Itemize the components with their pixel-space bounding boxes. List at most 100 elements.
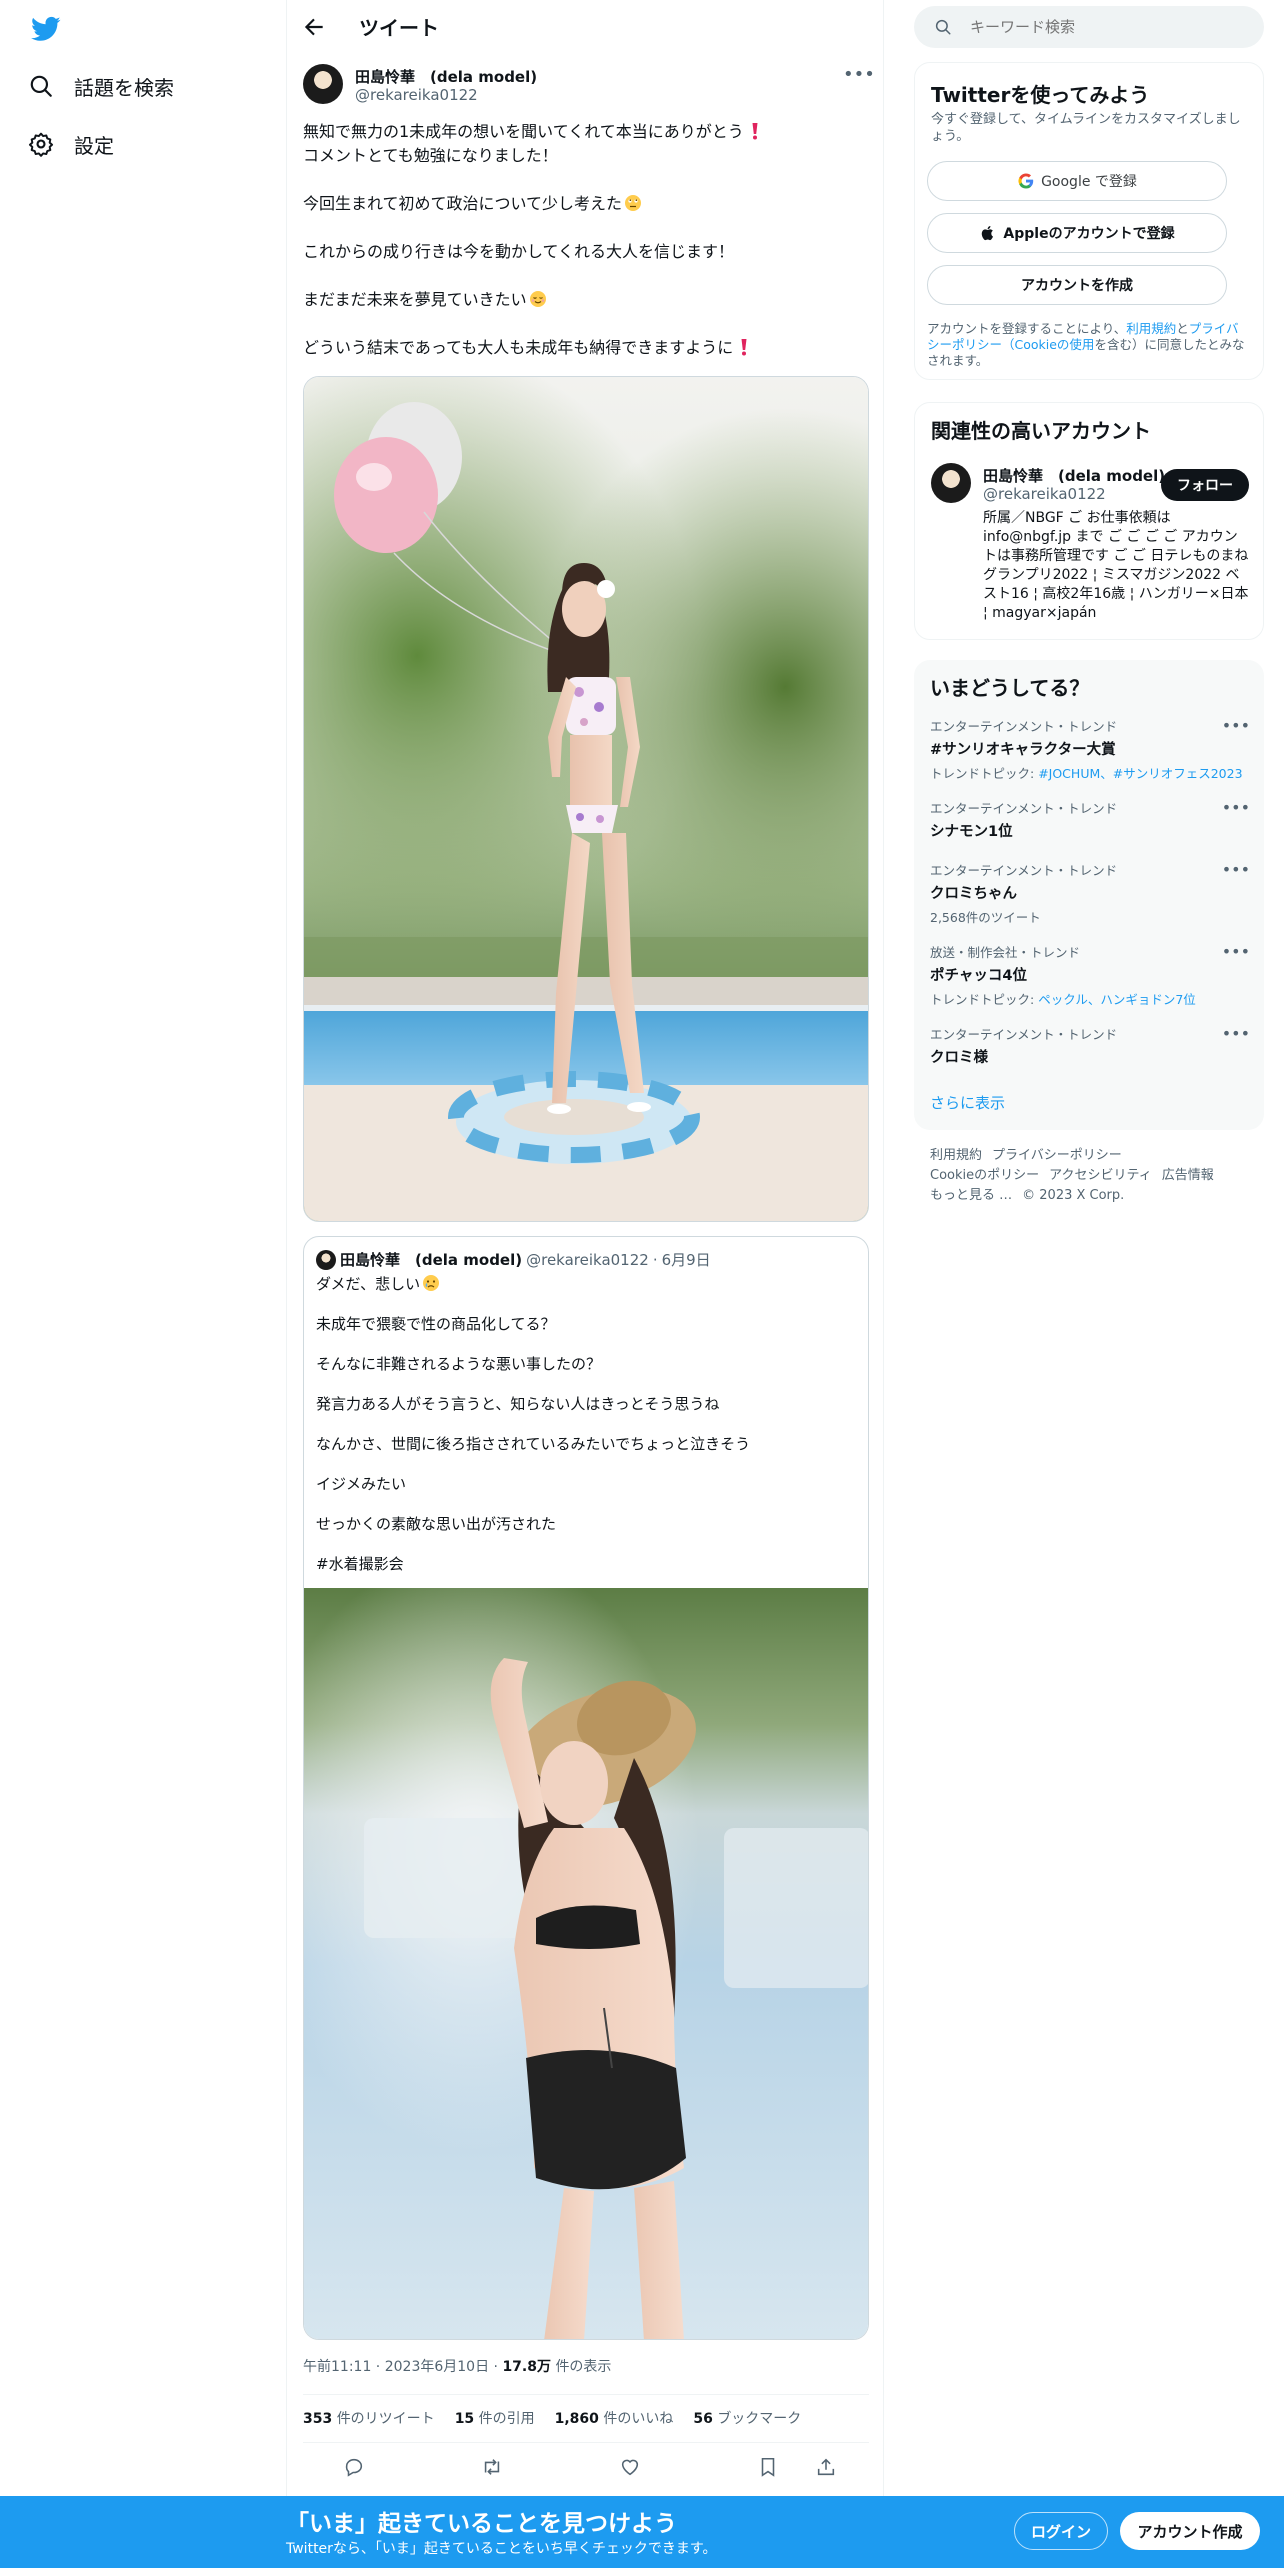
quoted-paragraph: ダメだ、悲しい xyxy=(316,1273,856,1295)
quoted-tweet-header: 田島怜華 (dela model) @rekareika0122 · 6月9日 xyxy=(316,1249,711,1270)
footer-accessibility-link[interactable]: アクセシビリティ xyxy=(1049,1168,1152,1183)
footer-more-link[interactable]: もっと見る … xyxy=(930,1188,1012,1203)
likes-stat[interactable]: 1,860 件のいいね xyxy=(555,2408,674,2428)
create-account-label: アカウントを作成 xyxy=(1021,278,1133,294)
retweet-icon[interactable] xyxy=(481,2456,507,2482)
footer-cookie-link[interactable]: Cookieのポリシー xyxy=(930,1168,1039,1183)
trend-name: ポチャッコ4位 xyxy=(930,968,1027,984)
tweet-line-1: 無知で無力の1未成年の想いを聞いてくれて本当にありがとう xyxy=(303,122,744,141)
tweet-paragraph: まだまだ未来を夢見ていきたい xyxy=(303,288,863,312)
author-handle[interactable]: @rekareika0122 xyxy=(355,86,478,104)
more-dots-icon[interactable]: ••• xyxy=(1222,1024,1250,1043)
divider xyxy=(303,2442,869,2443)
terms-text: と xyxy=(1176,321,1189,336)
nav-explore[interactable]: 話題を検索 xyxy=(28,66,174,106)
related-title: 関連性の高いアカウント xyxy=(931,419,1151,443)
tweet-line-5: まだまだ未来を夢見ていきたい xyxy=(303,290,527,309)
search-icon xyxy=(30,75,52,97)
trend-item[interactable]: エンターテインメント・トレンド クロミちゃん 2,568件のツイート ••• xyxy=(930,860,1250,926)
search-box[interactable] xyxy=(914,6,1264,48)
trend-item[interactable]: エンターテインメント・トレンド シナモン1位 ••• xyxy=(930,798,1250,841)
apple-signup-label: Appleのアカウントで登録 xyxy=(1003,226,1175,242)
swimsuit-photo-image xyxy=(304,1588,868,2339)
trends-title: いまどうしてる？ xyxy=(930,676,1090,700)
trend-topic-links[interactable]: ペックル、ハンギョドン7位 xyxy=(1038,992,1196,1007)
quoted-line-1: ダメだ、悲しい xyxy=(316,1275,421,1293)
views-label: 件の表示 xyxy=(555,2359,612,2375)
trend-item[interactable]: 放送・制作会社・トレンド ポチャッコ4位 トレンドトピック: ペックル、ハンギョ… xyxy=(930,942,1250,1008)
trend-name: クロミ様 xyxy=(930,1050,988,1066)
follow-button[interactable]: フォロー xyxy=(1161,469,1249,501)
related-account-bio: 所属／NBGF ご お仕事依頼は info@nbgf.jp まで ご ご ご ご… xyxy=(983,510,1249,621)
quoted-author-name: 田島怜華 (dela model) xyxy=(340,1251,523,1269)
trend-name: #サンリオキャラクター大賞 xyxy=(930,742,1116,758)
trends-card: いまどうしてる？ エンターテインメント・トレンド #サンリオキャラクター大賞 ト… xyxy=(914,660,1264,1130)
more-dots-icon[interactable]: ••• xyxy=(843,66,875,90)
signup-card: Twitterを使ってみよう 今すぐ登録して、タイムラインをカスタマイズしましょ… xyxy=(914,62,1264,380)
page-title: ツイート xyxy=(359,16,439,40)
like-icon[interactable] xyxy=(619,2456,645,2482)
footer-ads-link[interactable]: 広告情報 xyxy=(1162,1168,1214,1183)
banner-title: 「いま」起きていることを見つけよう xyxy=(286,2511,677,2537)
red-exclamation-emoji-icon xyxy=(741,339,747,356)
footer-terms-link[interactable]: 利用規約 xyxy=(930,1148,982,1163)
avatar[interactable] xyxy=(303,64,343,104)
tweet-time[interactable]: 午前11:11 xyxy=(303,2359,371,2375)
signup-button[interactable]: アカウント作成 xyxy=(1120,2512,1260,2550)
quoted-date: 6月9日 xyxy=(661,1251,711,1269)
apple-signup-button[interactable]: Appleのアカウントで登録 xyxy=(927,213,1227,253)
trend-topic-links[interactable]: #JOCHUM、#サンリオフェス2023 xyxy=(1038,766,1242,781)
more-dots-icon[interactable]: ••• xyxy=(1222,798,1250,817)
trend-context: エンターテインメント・トレンド xyxy=(930,801,1118,816)
show-more-link[interactable]: さらに表示 xyxy=(930,1092,1005,1113)
create-account-button[interactable]: アカウントを作成 xyxy=(927,265,1227,305)
footer-privacy-link[interactable]: プライバシーポリシー xyxy=(992,1148,1122,1163)
twitter-bird-icon[interactable] xyxy=(28,14,64,44)
reply-icon[interactable] xyxy=(343,2456,369,2482)
trend-item[interactable]: エンターテインメント・トレンド #サンリオキャラクター大賞 トレンドトピック: … xyxy=(930,716,1250,782)
terms-link[interactable]: 利用規約 xyxy=(1126,321,1176,336)
tweet-actions xyxy=(303,2456,869,2486)
page-header: ツイート xyxy=(287,0,883,54)
tweet-text: 無知で無力の1未成年の想いを聞いてくれて本当にありがとう コメントとても勉強になり… xyxy=(303,120,863,384)
search-input[interactable] xyxy=(970,18,1240,36)
more-dots-icon[interactable]: ••• xyxy=(1222,860,1250,879)
signup-terms: アカウントを登録することにより、利用規約とプライバシーポリシー（Cookieの使… xyxy=(927,321,1247,369)
author-name[interactable]: 田島怜華 (dela model) xyxy=(355,66,537,87)
left-navigation: 話題を検索 設定 xyxy=(0,0,286,2568)
tweet-stats: 353 件のリツイート 15 件の引用 1,860 件のいいね 56 ブックマー… xyxy=(303,2408,801,2428)
quoted-author-handle: @rekareika0122 xyxy=(526,1250,649,1269)
trend-context: エンターテインメント・トレンド xyxy=(930,1027,1118,1042)
nav-settings[interactable]: 設定 xyxy=(28,124,114,164)
more-dots-icon[interactable]: ••• xyxy=(1222,942,1250,961)
signup-banner: 「いま」起きていることを見つけよう Twitterなら、「いま」起きていることを… xyxy=(0,2496,1284,2568)
share-icon[interactable] xyxy=(815,2456,841,2482)
tweet-paragraph: 無知で無力の1未成年の想いを聞いてくれて本当にありがとう コメントとても勉強になり… xyxy=(303,120,863,168)
login-button[interactable]: ログイン xyxy=(1014,2512,1108,2550)
quoted-tweet[interactable]: 田島怜華 (dela model) @rekareika0122 · 6月9日 … xyxy=(303,1236,869,2340)
trend-item[interactable]: エンターテインメント・トレンド クロミ様 ••• xyxy=(930,1024,1250,1067)
bookmarks-stat[interactable]: 56 ブックマーク xyxy=(693,2408,801,2428)
tweet-paragraph: 今回生まれて初めて政治について少し考えた xyxy=(303,192,863,216)
tweet-timestamp: 午前11:11 · 2023年6月10日 · 17.8万 件の表示 xyxy=(303,2359,612,2375)
tweet-date[interactable]: 2023年6月10日 xyxy=(385,2359,489,2375)
nav-explore-label: 話題を検索 xyxy=(74,75,174,100)
bookmark-icon[interactable] xyxy=(757,2456,783,2482)
banner-subtitle: Twitterなら、「いま」起きていることをいち早くチェックできます。 xyxy=(286,2541,717,2557)
nav-settings-label: 設定 xyxy=(74,133,114,158)
trend-name: シナモン1位 xyxy=(930,824,1013,840)
tweet-line-2: コメントとても勉強になりました！ xyxy=(303,146,558,165)
tweet-photo[interactable] xyxy=(303,376,869,1222)
quotes-stat[interactable]: 15 件の引用 xyxy=(455,2408,535,2428)
related-account-handle[interactable]: @rekareika0122 xyxy=(983,485,1106,503)
related-account-name[interactable]: 田島怜華 (dela model) xyxy=(983,465,1165,486)
more-dots-icon[interactable]: ••• xyxy=(1222,716,1250,735)
avatar[interactable] xyxy=(931,463,971,503)
google-signup-button[interactable]: Google で登録 xyxy=(927,161,1227,201)
quoted-paragraph: イジメみたい xyxy=(316,1475,407,1493)
views-count: 17.8万 xyxy=(502,2359,551,2375)
back-arrow-icon[interactable] xyxy=(301,14,327,40)
retweets-stat[interactable]: 353 件のリツイート xyxy=(303,2408,435,2428)
quoted-photo[interactable] xyxy=(304,1588,868,2339)
gear-icon xyxy=(28,132,54,157)
